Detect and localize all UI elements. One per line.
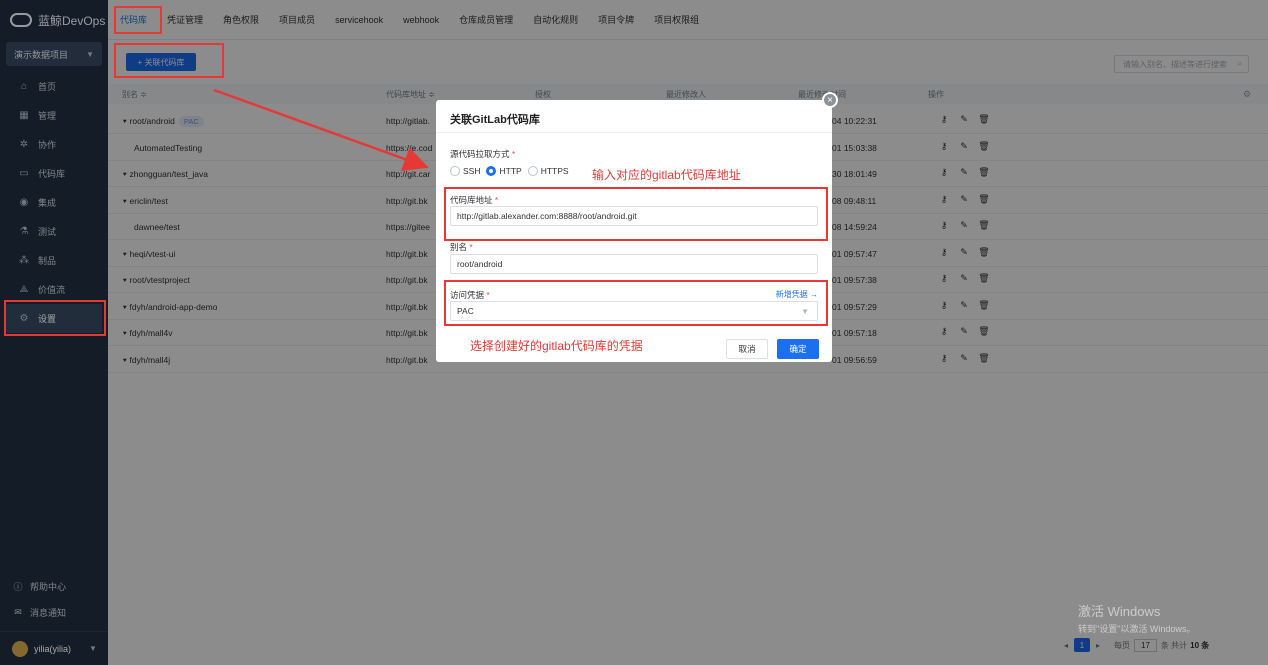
url-hint-annotation: 输入对应的gitlab代码库地址	[592, 168, 741, 182]
annotation-arrow	[213, 88, 429, 171]
credential-hint-annotation: 选择创建好的gitlab代码库的凭据	[470, 339, 643, 353]
windows-activation-watermark: 激活 Windows 转到"设置"以激活 Windows。	[1078, 604, 1196, 634]
